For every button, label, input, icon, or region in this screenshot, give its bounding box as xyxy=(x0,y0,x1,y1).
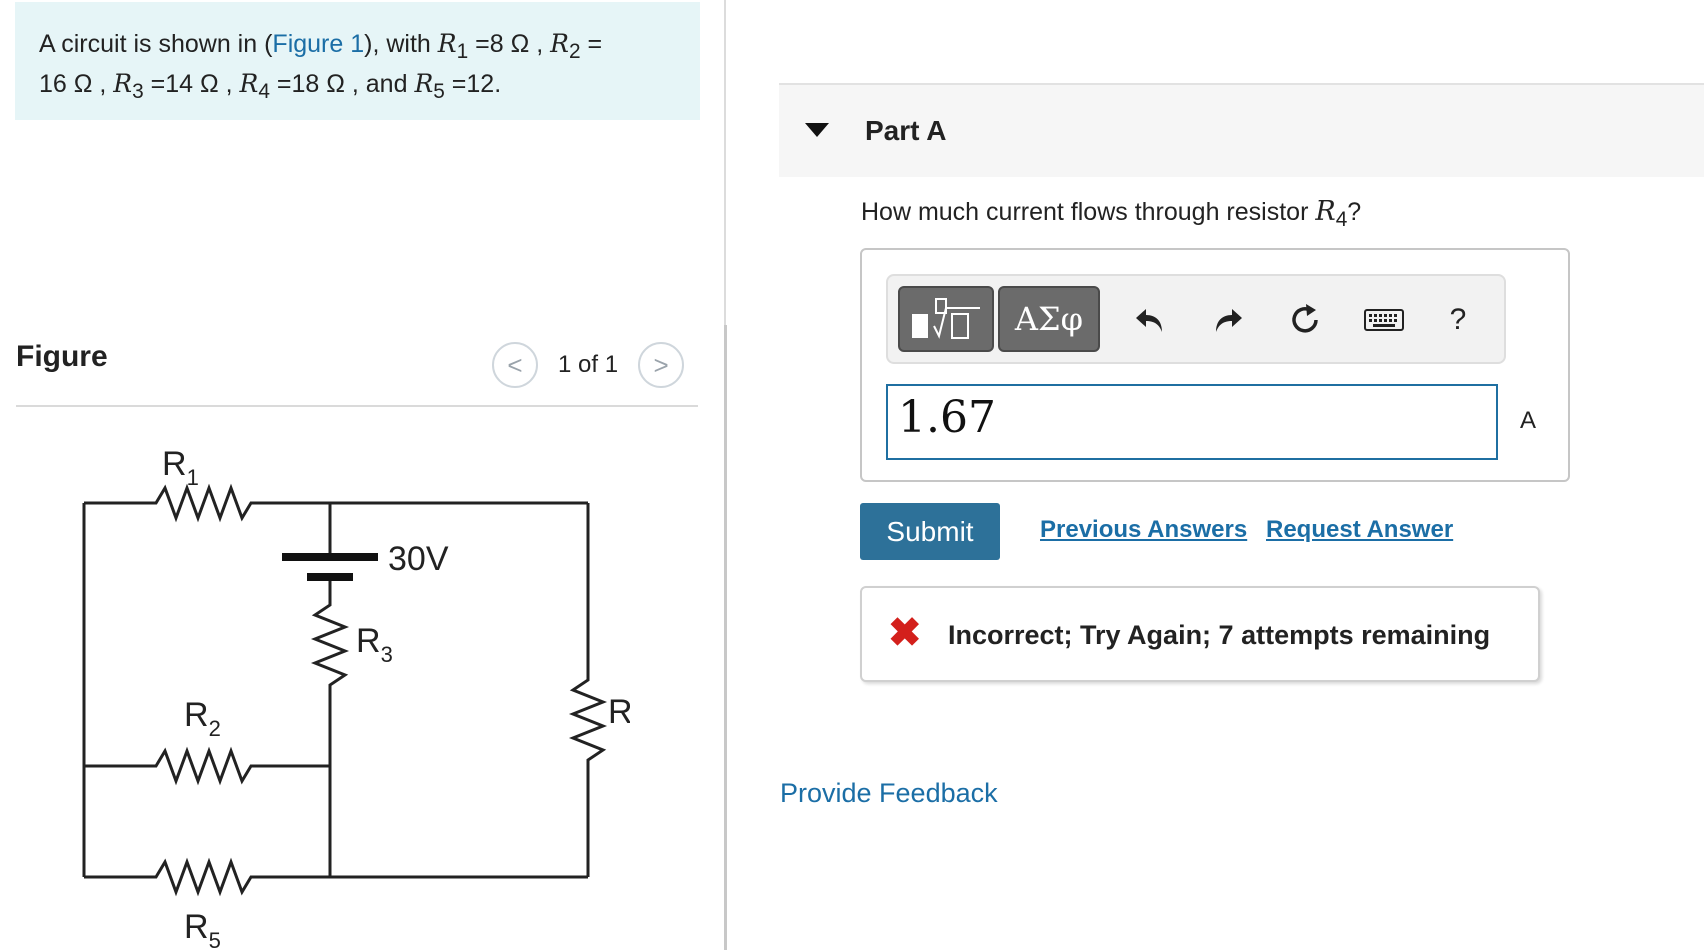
incorrect-icon: ✖ xyxy=(888,611,922,655)
r1-value: =8 Ω , xyxy=(468,30,551,58)
reset-icon xyxy=(1292,304,1318,333)
templates-button[interactable] xyxy=(898,286,994,352)
r1-symbol: R xyxy=(437,29,457,58)
chevron-left-icon: < xyxy=(507,349,523,380)
help-button[interactable]: ? xyxy=(1436,300,1480,340)
battery-label: 30V xyxy=(388,540,449,578)
templates-icon xyxy=(912,298,980,339)
redo-icon xyxy=(1216,309,1242,332)
figure-page-indicator: 1 of 1 xyxy=(558,351,619,378)
figure-title: Figure xyxy=(16,340,108,373)
problem-line-2: 16 Ω , R3 =14 Ω , R4 =18 Ω , and R5 =12. xyxy=(39,68,676,108)
feedback-message: ✖ Incorrect; Try Again; 7 attempts remai… xyxy=(860,586,1540,682)
undo-icon xyxy=(1136,309,1162,332)
previous-answers-link[interactable]: Previous Answers xyxy=(1040,516,1247,544)
keyboard-icon xyxy=(1364,309,1404,331)
caret-down-icon[interactable] xyxy=(805,123,829,137)
r2-subscript: 2 xyxy=(568,40,581,63)
circuit-wires xyxy=(82,483,608,897)
greek-symbols-button[interactable]: ΑΣφ xyxy=(998,286,1100,352)
r2-label: R2 xyxy=(184,696,221,741)
feedback-text: Incorrect; Try Again; 7 attempts remaini… xyxy=(948,620,1491,650)
keyboard-button[interactable] xyxy=(1362,300,1406,340)
r4-symbol: R xyxy=(239,69,259,98)
r3-symbol: R xyxy=(113,69,133,98)
math-toolbar: ΑΣφ ? xyxy=(886,274,1506,364)
redo-button[interactable] xyxy=(1206,300,1250,340)
figure-pager: < 1 of 1 > xyxy=(492,341,685,389)
question-text: How much current flows through resistor … xyxy=(861,196,1361,232)
r3-label: R3 xyxy=(356,622,393,667)
r4-value: =18 Ω , and xyxy=(269,70,415,98)
part-label: Part A xyxy=(865,115,947,146)
circuit-diagram: 30V R1 R3 R4 R2 R5 xyxy=(82,445,630,950)
r4-label: R4 xyxy=(608,693,630,738)
provide-feedback-link[interactable]: Provide Feedback xyxy=(780,778,998,809)
next-figure-button[interactable]: > xyxy=(638,342,685,388)
part-a-header[interactable]: Part A xyxy=(779,83,1704,177)
r1-label: R1 xyxy=(162,445,199,490)
r1-subscript: 1 xyxy=(456,40,469,63)
problem-text: A circuit is shown in ( xyxy=(39,30,273,58)
help-icon: ? xyxy=(1449,303,1467,336)
figure-divider xyxy=(16,405,698,407)
question-suffix: ? xyxy=(1347,198,1362,226)
pane-divider[interactable] xyxy=(724,0,727,950)
question-prefix: How much current flows through resistor xyxy=(861,198,1316,226)
r5-value: =12. xyxy=(444,70,502,98)
r5-subscript: 5 xyxy=(433,80,445,103)
question-subscript: 4 xyxy=(1335,208,1348,231)
r3-subscript: 3 xyxy=(132,80,144,103)
r5-label: R5 xyxy=(184,908,221,950)
problem-statement: A circuit is shown in (Figure 1), with R… xyxy=(15,2,700,120)
r4-subscript: 4 xyxy=(258,80,270,103)
question-variable: R xyxy=(1315,196,1336,227)
r5-symbol: R xyxy=(414,69,434,98)
reset-button[interactable] xyxy=(1284,300,1328,340)
request-answer-link[interactable]: Request Answer xyxy=(1266,516,1453,544)
pane-divider-handle[interactable] xyxy=(724,325,727,950)
r3-value: =14 Ω , xyxy=(143,70,240,98)
figure-link[interactable]: Figure 1 xyxy=(272,30,364,58)
problem-text: ), with xyxy=(364,30,438,58)
answer-panel: ΑΣφ ? 1.67 A xyxy=(860,248,1570,482)
undo-button[interactable] xyxy=(1128,300,1172,340)
previous-figure-button[interactable]: < xyxy=(492,342,538,388)
r2-value-cont: 16 Ω , xyxy=(39,70,114,98)
answer-input[interactable]: 1.67 xyxy=(886,384,1498,460)
r2-value: = xyxy=(580,30,603,58)
problem-line-1: A circuit is shown in (Figure 1), with R… xyxy=(39,28,676,68)
submit-button[interactable]: Submit xyxy=(860,503,1000,560)
greek-symbols-icon: ΑΣφ xyxy=(1014,300,1084,338)
chevron-right-icon: > xyxy=(653,349,669,380)
answer-unit: A xyxy=(1520,407,1537,434)
r2-symbol: R xyxy=(550,29,569,58)
